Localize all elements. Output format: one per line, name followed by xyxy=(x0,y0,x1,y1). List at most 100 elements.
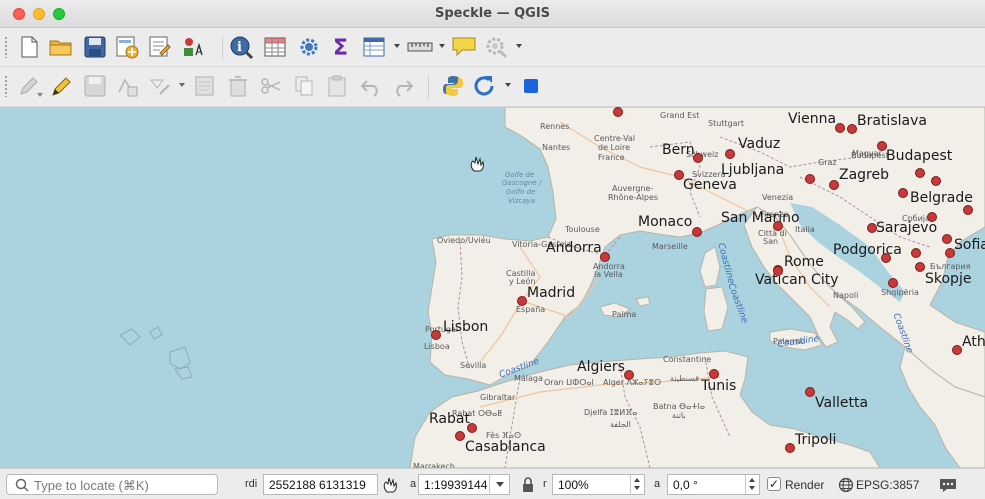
add-feature-button[interactable] xyxy=(114,73,140,99)
render-checkbox[interactable]: ✓ xyxy=(767,477,781,491)
processing-toolbox-button[interactable] xyxy=(296,34,322,60)
rotation-field[interactable]: 0,0 ° xyxy=(667,474,760,495)
capital-point-marker[interactable] xyxy=(835,123,845,133)
capital-point-marker[interactable] xyxy=(624,370,634,380)
capital-point-marker[interactable] xyxy=(805,174,815,184)
capital-point-marker[interactable] xyxy=(847,124,857,134)
capital-point-marker[interactable] xyxy=(467,423,477,433)
capital-point-marker[interactable] xyxy=(455,431,465,441)
capital-point-marker[interactable] xyxy=(805,387,815,397)
extents-toggle-icon[interactable] xyxy=(381,475,399,494)
magnifier-field[interactable]: 100% xyxy=(552,474,645,495)
style-manager-button[interactable] xyxy=(180,34,206,60)
capital-point-marker[interactable] xyxy=(931,176,941,186)
capital-point-marker[interactable] xyxy=(692,227,702,237)
capital-point-marker[interactable] xyxy=(785,443,795,453)
capital-point-marker[interactable] xyxy=(888,278,898,288)
identify-button[interactable]: i xyxy=(229,34,255,60)
capital-point-marker[interactable] xyxy=(945,248,955,258)
refresh-dropdown-arrow[interactable] xyxy=(505,83,511,87)
capital-point-marker[interactable] xyxy=(867,223,877,233)
capital-point-marker[interactable] xyxy=(877,141,887,151)
rotation-spinner[interactable] xyxy=(745,475,759,494)
delete-selected-button[interactable] xyxy=(225,73,251,99)
capital-point-marker[interactable] xyxy=(517,296,527,306)
capital-point-marker[interactable] xyxy=(600,252,610,262)
capital-point-marker[interactable] xyxy=(963,205,973,215)
capital-point-marker[interactable] xyxy=(693,153,703,163)
capital-point-marker[interactable] xyxy=(829,180,839,190)
redo-button[interactable] xyxy=(390,73,416,99)
capital-point-marker[interactable] xyxy=(709,369,719,379)
attribute-table-button[interactable] xyxy=(262,34,288,60)
calculator-table-icon xyxy=(264,37,286,57)
toolbar-grip[interactable] xyxy=(4,36,8,58)
coordinate-field[interactable]: 2552188 6131319 xyxy=(263,474,378,495)
map-canvas[interactable]: Rennes Nantes Centre-Val de Loire France Gran… xyxy=(0,107,985,468)
copy-button[interactable] xyxy=(291,73,317,99)
paste-button[interactable] xyxy=(324,73,350,99)
capital-point-marker[interactable] xyxy=(613,107,623,117)
capital-point-marker[interactable] xyxy=(881,253,891,263)
locator-search-input[interactable]: Type to locate (⌘K) xyxy=(6,474,218,495)
redo-disabled-icon xyxy=(396,80,414,97)
map-place-label: Sevilla xyxy=(460,361,487,370)
capital-point-marker[interactable] xyxy=(898,188,908,198)
measure-dropdown-arrow[interactable] xyxy=(439,44,445,48)
map-place-label: San xyxy=(763,237,779,246)
measure-button[interactable] xyxy=(407,34,433,60)
open-project-button[interactable] xyxy=(48,34,74,60)
map-place-label: Magyar xyxy=(852,149,882,158)
globe-icon[interactable] xyxy=(838,477,854,493)
capital-point-marker[interactable] xyxy=(915,168,925,178)
capital-point-marker[interactable] xyxy=(773,266,783,276)
table-dropdown-arrow[interactable] xyxy=(394,44,400,48)
undo-button[interactable] xyxy=(358,73,384,99)
capital-point-marker[interactable] xyxy=(431,330,441,340)
save-edits-button[interactable] xyxy=(82,73,108,99)
capital-point-marker[interactable] xyxy=(927,212,937,222)
map-place-label: Rhône-Alpes xyxy=(608,193,659,202)
capital-point-marker[interactable] xyxy=(773,221,783,231)
project-properties-button[interactable] xyxy=(147,34,173,60)
capital-point-marker[interactable] xyxy=(911,248,921,258)
modify-attributes-button[interactable] xyxy=(192,73,218,99)
capital-point-marker[interactable] xyxy=(674,170,684,180)
crs-button[interactable]: EPSG:3857 xyxy=(856,478,919,492)
open-table-button[interactable] xyxy=(361,34,387,60)
capital-point-marker[interactable] xyxy=(915,262,925,272)
vertex-tool-button[interactable] xyxy=(147,73,173,99)
capital-point-marker[interactable] xyxy=(942,234,952,244)
refresh-speckle-button[interactable] xyxy=(472,73,498,99)
save-as-button[interactable] xyxy=(114,34,140,60)
capital-label: Vatican City xyxy=(755,272,839,288)
digitize-dropdown-arrow[interactable] xyxy=(37,93,43,97)
scale-dropdown-button[interactable] xyxy=(489,475,509,494)
magnifier-spinner[interactable] xyxy=(630,475,644,494)
show-layout-button[interactable] xyxy=(484,34,510,60)
cut-button[interactable] xyxy=(258,73,284,99)
window-title: Speckle — QGIS xyxy=(434,6,551,21)
capital-point-marker[interactable] xyxy=(725,149,735,159)
lock-scale-icon[interactable] xyxy=(521,477,535,493)
speckle-connector-button[interactable] xyxy=(518,73,544,99)
python-console-button[interactable] xyxy=(440,73,466,99)
toggle-editing-button[interactable] xyxy=(48,73,74,99)
capital-point-marker[interactable] xyxy=(952,345,962,355)
scale-field[interactable]: 1:19939144 xyxy=(418,474,510,495)
map-place-label: Stuttgart xyxy=(708,119,744,128)
scale-value: 1:19939144 xyxy=(424,478,488,492)
messages-icon[interactable] xyxy=(939,477,957,493)
save-project-button[interactable] xyxy=(82,34,108,60)
map-tips-button[interactable] xyxy=(451,34,477,60)
map-place-label: Venezia xyxy=(762,193,794,202)
toolbar-grip[interactable] xyxy=(4,75,8,97)
trash-disabled-icon xyxy=(229,76,247,97)
vertex-dropdown-arrow[interactable] xyxy=(179,83,185,87)
map-place-label: Palma xyxy=(612,310,637,319)
search-icon xyxy=(15,478,29,492)
new-project-button[interactable] xyxy=(16,34,42,60)
statistics-button[interactable]: Σ xyxy=(328,34,354,60)
layout-dropdown-arrow[interactable] xyxy=(516,44,522,48)
copy-disabled-icon xyxy=(295,76,313,96)
